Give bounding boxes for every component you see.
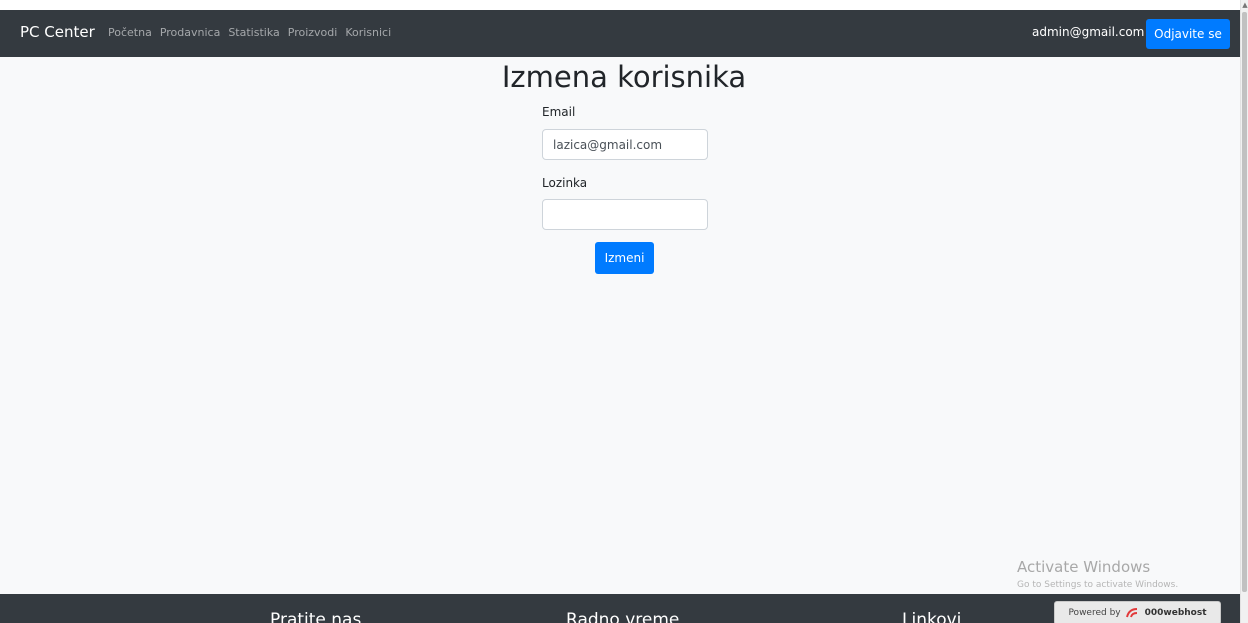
navbar-brand[interactable]: PC Center (20, 23, 95, 41)
scroll-up-arrow-icon[interactable]: ▲ (1241, 0, 1248, 10)
powered-by-brand: 000webhost (1144, 608, 1207, 618)
activate-windows-title: Activate Windows (1017, 558, 1151, 576)
scrollbar-thumb[interactable] (1242, 12, 1247, 592)
page: PC Center Početna Prodavnica Statistika … (0, 10, 1240, 623)
vertical-scrollbar[interactable]: ▲ (1240, 0, 1248, 623)
nav-link-prodavnica[interactable]: Prodavnica (160, 26, 221, 39)
email-field[interactable] (542, 129, 708, 160)
footer-heading-pratite-nas: Pratite nas (270, 610, 362, 623)
page-title: Izmena korisnika (501, 60, 747, 94)
nav-link-proizvodi[interactable]: Proizvodi (288, 26, 338, 39)
footer: Pratite nas Radno vreme Linkovi Powered … (0, 594, 1240, 623)
nav-link-korisnici[interactable]: Korisnici (345, 26, 391, 39)
user-email: admin@gmail.com (1032, 25, 1145, 39)
webhost-logo-icon (1125, 608, 1137, 618)
submit-button[interactable]: Izmeni (595, 242, 654, 274)
navbar: PC Center Početna Prodavnica Statistika … (0, 10, 1240, 57)
password-label: Lozinka (542, 176, 588, 190)
footer-heading-radno-vreme: Radno vreme (566, 610, 680, 623)
nav-link-pocetna[interactable]: Početna (108, 26, 152, 39)
powered-by-badge[interactable]: Powered by 000webhost (1054, 601, 1221, 623)
logout-button[interactable]: Odjavite se (1146, 19, 1230, 49)
browser-top-bar (0, 0, 1248, 10)
email-label: Email (542, 105, 576, 119)
powered-by-label: Powered by (1068, 608, 1121, 618)
activate-windows-subtitle: Go to Settings to activate Windows. (1017, 580, 1179, 590)
nav-link-statistika[interactable]: Statistika (228, 26, 279, 39)
password-field[interactable] (542, 199, 708, 230)
nav-links: Početna Prodavnica Statistika Proizvodi … (108, 26, 399, 39)
footer-heading-linkovi: Linkovi (902, 610, 962, 623)
